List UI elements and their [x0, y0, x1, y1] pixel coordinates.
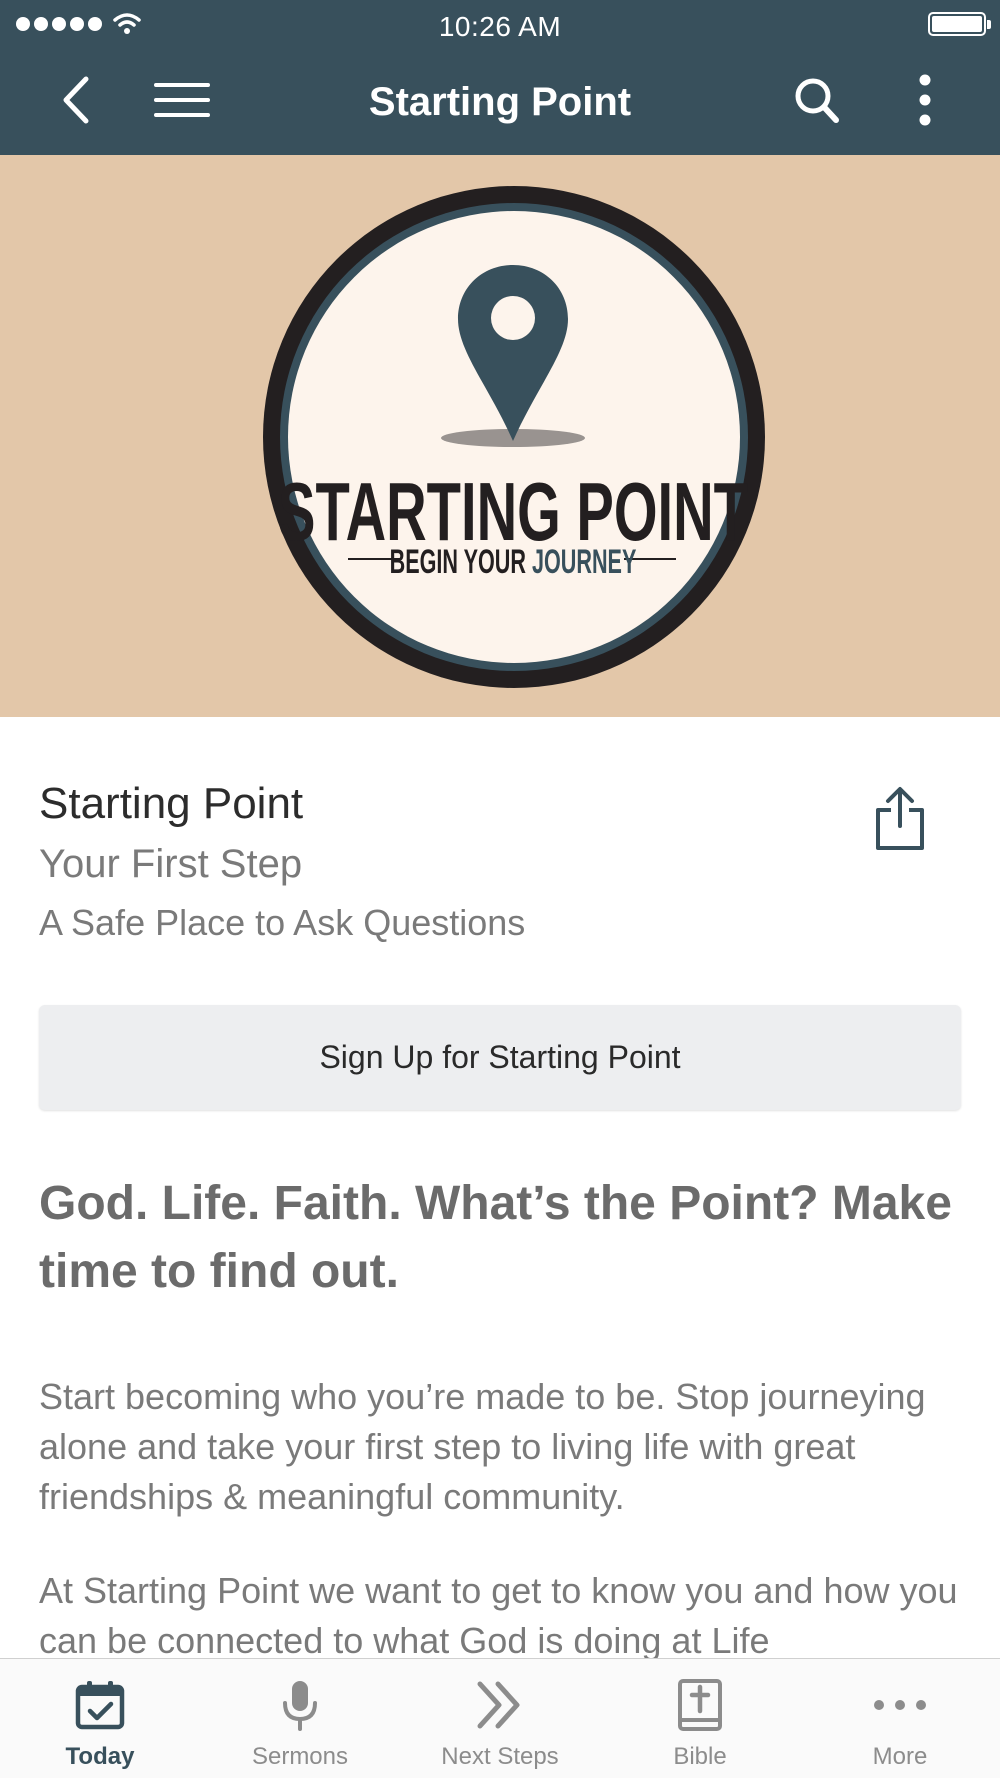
search-button[interactable] — [788, 68, 846, 132]
tab-label: Next Steps — [441, 1743, 559, 1770]
tab-label: Sermons — [251, 1743, 349, 1770]
share-button[interactable] — [872, 786, 928, 852]
item-tagline: A Safe Place to Ask Questions — [39, 902, 526, 943]
content-paragraph: Start becoming who you’re made to be. St… — [39, 1376, 926, 1517]
status-time: 10:26 AM — [438, 11, 562, 42]
share-icon — [876, 787, 924, 850]
item-title: Starting Point — [39, 779, 304, 828]
search-icon — [795, 78, 839, 123]
chevron-left-icon — [63, 76, 89, 124]
tab-label: More — [872, 1743, 928, 1770]
sign-up-button[interactable]: Sign Up for Starting Point — [39, 1005, 961, 1110]
hamburger-icon — [154, 83, 210, 117]
menu-button[interactable] — [150, 70, 214, 130]
starting-point-logo: STARTING POINT BEGIN YOUR JOURNEY — [263, 186, 765, 688]
more-dots-icon — [874, 1700, 926, 1710]
hero-banner: STARTING POINT BEGIN YOUR JOURNEY — [0, 155, 1000, 717]
content-paragraph: At Starting Point we want to get to know… — [39, 1570, 958, 1661]
page-title: Starting Point — [368, 80, 632, 124]
item-subtitle: Your First Step — [39, 842, 303, 886]
top-bar: 10:26 AM Starting Point — [0, 0, 1000, 155]
more-options-button[interactable] — [906, 68, 944, 132]
logo-subtitle: BEGIN YOUR JOURNEY — [390, 543, 637, 581]
microphone-icon — [283, 1681, 317, 1731]
tab-sermons[interactable]: Sermons — [200, 1659, 400, 1778]
tab-next-steps[interactable]: Next Steps — [400, 1659, 600, 1778]
bible-icon — [678, 1679, 722, 1731]
back-button[interactable] — [48, 72, 102, 128]
tab-label: Today — [65, 1743, 135, 1770]
battery-icon — [928, 12, 991, 36]
tab-bar: Today Sermons Next Steps Bible More — [0, 1658, 1000, 1778]
tab-more[interactable]: More — [800, 1659, 1000, 1778]
content-headline: God. Life. Faith. What’s the Point? Make… — [39, 1177, 952, 1298]
tab-label: Bible — [673, 1743, 727, 1770]
tab-today[interactable]: Today — [0, 1659, 200, 1778]
calendar-check-icon — [75, 1681, 125, 1730]
nav-bar: Starting Point — [0, 50, 1000, 155]
vertical-dots-icon — [919, 74, 931, 126]
double-chevron-icon — [477, 1681, 520, 1729]
tab-bible[interactable]: Bible — [600, 1659, 800, 1778]
status-bar: 10:26 AM — [0, 0, 1000, 50]
